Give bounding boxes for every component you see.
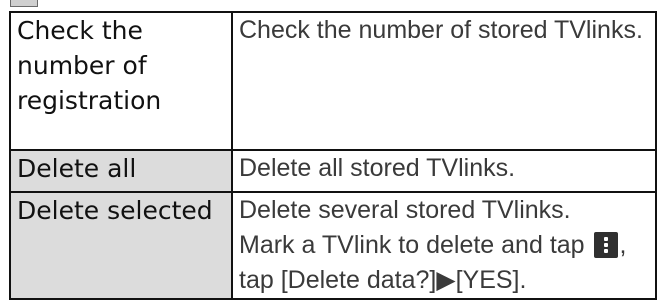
term-cell: Delete selected [9,191,233,300]
description-cell: Delete all stored TVlinks. [231,149,657,193]
description-line: tap [Delete data?]▶[YES]. [239,266,527,294]
table-row: Delete selected Delete several stored TV… [9,191,657,300]
table-row: Delete all Delete all stored TVlinks. [9,149,657,193]
table-row: Check the number of registration Check t… [9,11,657,151]
term-cell: Delete all [9,149,233,193]
page-corner-tab [10,0,38,7]
description-line: Mark a TVlink to delete and tap [239,231,592,259]
description-punctuation: , [619,231,627,259]
description-line: Delete several stored TVlinks. [239,196,571,224]
description-cell: Check the number of stored TVlinks. [231,11,657,151]
term-cell: Check the number of registration [9,11,233,151]
function-table: Check the number of registration Check t… [9,11,657,300]
menu-kebab-icon [593,232,618,258]
description-cell: Delete several stored TVlinks. Mark a TVl… [231,191,657,300]
